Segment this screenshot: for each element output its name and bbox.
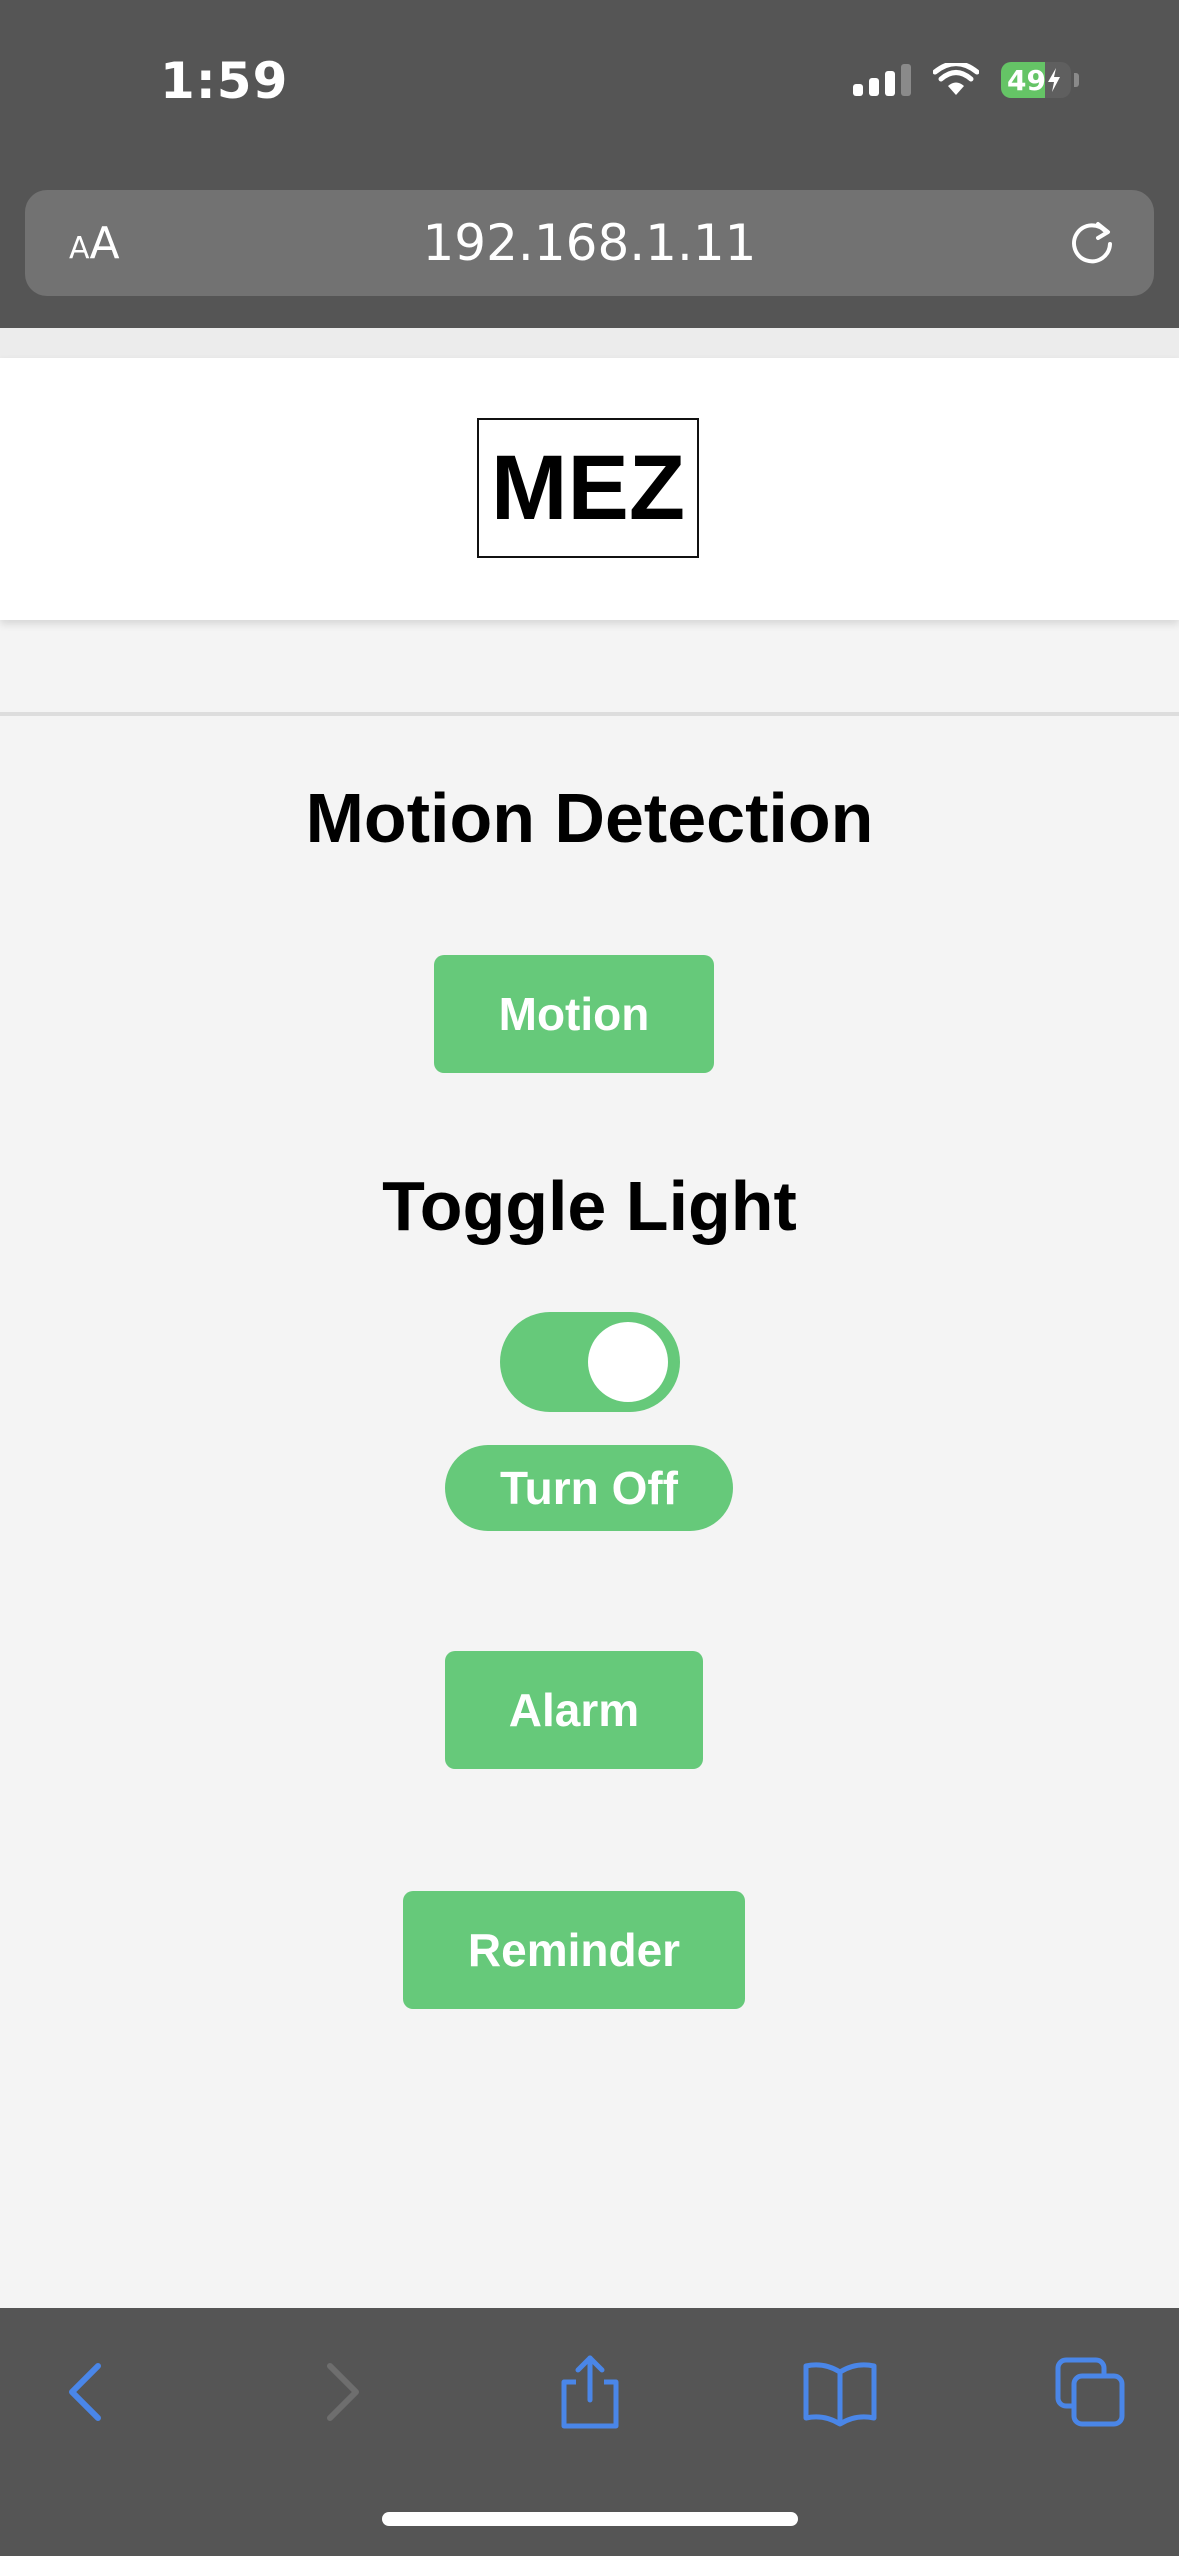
charging-bolt-icon [1047,68,1060,92]
share-icon[interactable] [550,2352,630,2432]
toggle-light-heading: Toggle Light [382,1167,797,1245]
forward-icon[interactable] [300,2352,380,2432]
divider [0,712,1179,716]
status-time: 1:59 [160,52,289,110]
bookmarks-icon[interactable] [800,2352,880,2432]
back-icon[interactable] [48,2352,128,2432]
url-text[interactable]: 192.168.1.11 [25,214,1154,272]
browser-top-chrome: 1:59 49 AA 192.168.1.11 [0,0,1179,328]
reminder-button[interactable]: Reminder [403,1891,745,2009]
home-indicator[interactable] [382,2512,798,2526]
motion-button[interactable]: Motion [434,955,714,1073]
toggle-knob [588,1322,668,1402]
battery-level: 49 [1007,63,1046,97]
page-top-band [0,328,1179,358]
status-indicators: 49 [853,62,1079,98]
logo: MEZ [477,418,699,558]
address-bar[interactable]: AA 192.168.1.11 [25,190,1154,296]
alarm-button[interactable]: Alarm [445,1651,703,1769]
cellular-signal-icon [853,64,911,96]
battery-icon: 49 [1001,62,1071,98]
light-toggle-switch[interactable] [500,1312,680,1412]
wifi-icon [933,63,979,95]
turn-off-button[interactable]: Turn Off [445,1445,733,1531]
tabs-icon[interactable] [1050,2352,1130,2432]
web-page: MEZ Motion Detection Motion Toggle Light… [0,328,1179,2308]
reload-icon[interactable] [1066,218,1118,270]
motion-detection-heading: Motion Detection [305,779,874,857]
page-header: MEZ [0,358,1179,620]
